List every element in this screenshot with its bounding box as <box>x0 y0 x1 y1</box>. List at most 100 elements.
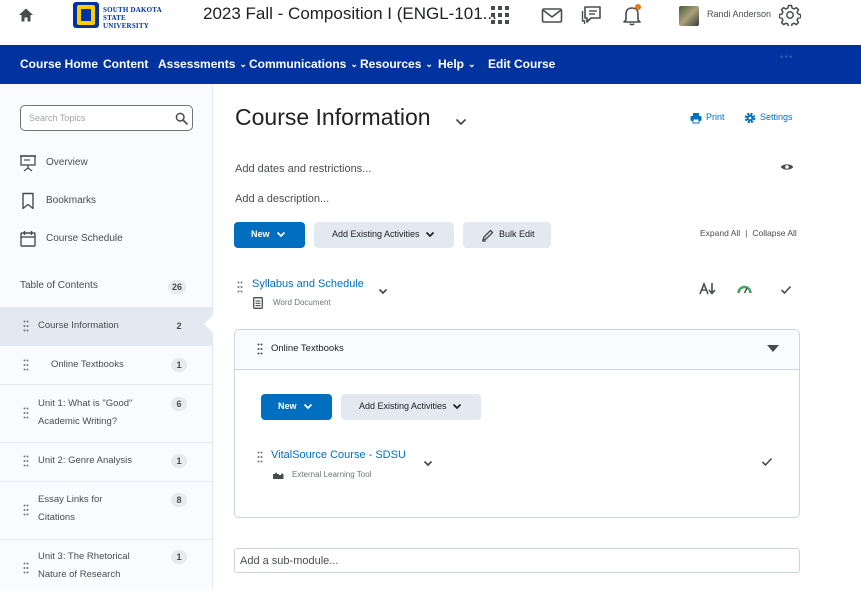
add-dates-link[interactable]: Add dates and restrictions... <box>235 163 371 175</box>
toc-item-unit-1[interactable]: Unit 1: What is "Good" Academic Writing?… <box>0 385 213 443</box>
sidebar-item-label: Overview <box>46 157 88 168</box>
toc-item-label: Unit 1: What is "Good" Academic Writing? <box>38 398 133 427</box>
sidebar-item-label: Course Schedule <box>46 233 123 244</box>
toc-item-count: 2 <box>176 321 182 331</box>
nav-communications[interactable]: Communications ⌄ <box>249 57 358 71</box>
selection-indicator <box>204 314 214 334</box>
sidebar: Overview Bookmarks Course Schedule Table… <box>0 84 214 589</box>
mail-icon[interactable] <box>541 4 563 26</box>
nav-content[interactable]: Content <box>103 57 148 71</box>
sidebar-item-bookmarks[interactable]: Bookmarks <box>20 192 200 212</box>
collapse-all-link[interactable]: Collapse All <box>752 228 796 238</box>
chevron-down-icon[interactable] <box>378 288 388 295</box>
chevron-down-icon[interactable] <box>423 460 433 467</box>
more-icon[interactable]: ••• <box>780 52 794 63</box>
drag-handle-icon[interactable] <box>23 455 29 467</box>
module-add-existing-button[interactable]: Add Existing Activities <box>341 394 481 420</box>
check-icon <box>780 285 792 295</box>
gauge-icon[interactable] <box>737 282 752 294</box>
topic-type: Word Document <box>273 298 331 307</box>
nav-course-home[interactable]: Course Home <box>20 57 98 71</box>
drag-handle-icon[interactable] <box>23 359 29 371</box>
chevron-down-icon <box>425 231 435 238</box>
bell-icon[interactable] <box>621 4 643 26</box>
drag-handle-icon[interactable] <box>23 562 29 574</box>
logo-mark <box>73 2 99 28</box>
new-button[interactable]: New <box>234 222 305 248</box>
drag-handle-icon[interactable] <box>23 504 29 516</box>
search-icon[interactable] <box>175 112 188 125</box>
toc-item-unit-2[interactable]: Unit 2: Genre Analysis 1 <box>0 443 213 482</box>
search-box <box>20 105 193 131</box>
module-header[interactable]: Online Textbooks <box>235 330 799 370</box>
toc-item-label: Unit 2: Genre Analysis <box>38 455 132 466</box>
pencil-icon <box>482 229 494 242</box>
toc-item-label: Essay Links for Citations <box>38 494 103 523</box>
course-title[interactable]: 2023 Fall - Composition I (ENGL-101... <box>203 4 497 24</box>
drag-handle-icon[interactable] <box>237 281 243 293</box>
chevron-down-icon[interactable] <box>455 118 467 126</box>
gear-icon <box>744 112 756 124</box>
puzzle-icon <box>273 472 284 479</box>
page-title: Course Information <box>235 104 431 130</box>
nav-edit-course[interactable]: Edit Course <box>488 57 555 71</box>
toc-header: Table of Contents <box>20 280 98 291</box>
expand-collapse-controls: Expand All | Collapse All <box>700 228 797 238</box>
new-button-label: New <box>251 229 270 239</box>
topic-type: External Learning Tool <box>292 470 372 479</box>
avatar[interactable] <box>679 6 699 26</box>
bulk-edit-button[interactable]: Bulk Edit <box>463 222 551 248</box>
add-existing-activities-button[interactable]: Add Existing Activities <box>314 222 454 248</box>
logo-line-1: SOUTH DAKOTA <box>103 6 162 14</box>
add-description-link[interactable]: Add a description... <box>235 193 329 205</box>
print-label: Print <box>706 112 725 122</box>
expand-all-link[interactable]: Expand All <box>700 228 740 238</box>
drag-handle-icon[interactable] <box>257 451 263 463</box>
drag-handle-icon[interactable] <box>23 407 29 419</box>
toc-item-online-textbooks[interactable]: Online Textbooks 1 <box>0 346 213 385</box>
add-submodule-input[interactable] <box>240 554 780 568</box>
toc-item-unit-3[interactable]: Unit 3: The Rhetorical Nature of Researc… <box>0 540 213 598</box>
toc-item-count: 6 <box>171 397 187 411</box>
eye-icon[interactable] <box>780 162 794 172</box>
caret-down-icon[interactable] <box>766 344 780 353</box>
bookmark-icon <box>22 192 34 210</box>
nav-assessments[interactable]: Assessments ⌄ <box>158 57 247 71</box>
toc-item-count: 8 <box>171 493 187 507</box>
user-name[interactable]: Randi Anderson <box>707 9 771 19</box>
printer-icon <box>690 113 702 124</box>
university-logo[interactable]: SOUTH DAKOTA STATE UNIVERSITY <box>73 2 168 30</box>
toc-count-badge: 26 <box>168 280 187 294</box>
chevron-down-icon: ⌄ <box>425 59 433 69</box>
module-online-textbooks: Online Textbooks New Add Existing Activi… <box>234 329 800 518</box>
chevron-down-icon: ⌄ <box>239 59 247 69</box>
course-navbar: Course Home Content Assessments ⌄ Communi… <box>0 45 861 84</box>
toc-item-label: Online Textbooks <box>51 359 124 370</box>
top-bar: SOUTH DAKOTA STATE UNIVERSITY 2023 Fall … <box>0 0 861 45</box>
module-new-button[interactable]: New <box>261 394 332 420</box>
sort-icon[interactable] <box>699 282 717 295</box>
topic-link-syllabus[interactable]: Syllabus and Schedule <box>252 278 364 290</box>
sidebar-item-overview[interactable]: Overview <box>20 154 200 174</box>
drag-handle-icon[interactable] <box>257 343 263 355</box>
bulk-edit-label: Bulk Edit <box>499 229 535 239</box>
toc-item-course-information[interactable]: Course Information 2 <box>0 307 214 346</box>
overview-icon <box>20 155 36 172</box>
waffle-icon[interactable] <box>489 4 511 26</box>
calendar-icon <box>20 231 36 247</box>
home-icon[interactable] <box>18 7 34 23</box>
chevron-down-icon: ⌄ <box>350 59 358 69</box>
nav-help[interactable]: Help ⌄ <box>438 57 476 71</box>
nav-resources[interactable]: Resources ⌄ <box>360 57 433 71</box>
chevron-down-icon: ⌄ <box>468 59 476 69</box>
sidebar-item-course-schedule[interactable]: Course Schedule <box>20 230 200 250</box>
toc-item-count: 1 <box>171 358 187 372</box>
drag-handle-icon[interactable] <box>23 320 29 332</box>
topic-link-vitalsource[interactable]: VitalSource Course - SDSU <box>271 449 406 461</box>
chevron-down-icon <box>452 403 462 410</box>
search-input[interactable] <box>29 111 169 125</box>
toc-item-essay-links[interactable]: Essay Links for Citations 8 <box>0 482 213 540</box>
sidebar-item-label: Bookmarks <box>46 195 97 206</box>
chat-icon[interactable] <box>581 4 603 26</box>
gear-icon[interactable] <box>779 4 801 26</box>
